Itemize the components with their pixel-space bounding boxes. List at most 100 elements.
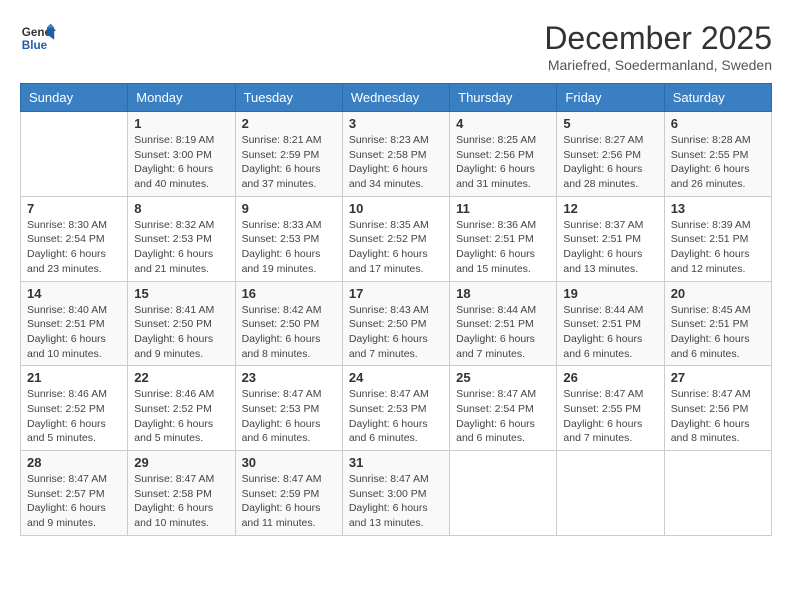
logo-icon: General Blue xyxy=(20,20,56,56)
day-number: 21 xyxy=(27,370,121,385)
day-number: 28 xyxy=(27,455,121,470)
day-info: Sunrise: 8:21 AMSunset: 2:59 PMDaylight:… xyxy=(242,133,336,192)
calendar-cell: 28 Sunrise: 8:47 AMSunset: 2:57 PMDaylig… xyxy=(21,451,128,536)
day-number: 13 xyxy=(671,201,765,216)
day-number: 20 xyxy=(671,286,765,301)
calendar-cell: 6 Sunrise: 8:28 AMSunset: 2:55 PMDayligh… xyxy=(664,112,771,197)
day-number: 12 xyxy=(563,201,657,216)
svg-text:Blue: Blue xyxy=(22,39,48,52)
day-number: 24 xyxy=(349,370,443,385)
col-thursday: Thursday xyxy=(450,84,557,112)
day-info: Sunrise: 8:35 AMSunset: 2:52 PMDaylight:… xyxy=(349,218,443,277)
day-number: 8 xyxy=(134,201,228,216)
day-info: Sunrise: 8:44 AMSunset: 2:51 PMDaylight:… xyxy=(456,303,550,362)
day-info: Sunrise: 8:47 AMSunset: 2:58 PMDaylight:… xyxy=(134,472,228,531)
day-info: Sunrise: 8:37 AMSunset: 2:51 PMDaylight:… xyxy=(563,218,657,277)
day-info: Sunrise: 8:40 AMSunset: 2:51 PMDaylight:… xyxy=(27,303,121,362)
calendar-cell: 18 Sunrise: 8:44 AMSunset: 2:51 PMDaylig… xyxy=(450,281,557,366)
day-info: Sunrise: 8:47 AMSunset: 2:57 PMDaylight:… xyxy=(27,472,121,531)
day-info: Sunrise: 8:46 AMSunset: 2:52 PMDaylight:… xyxy=(134,387,228,446)
day-info: Sunrise: 8:47 AMSunset: 2:53 PMDaylight:… xyxy=(349,387,443,446)
day-number: 6 xyxy=(671,116,765,131)
header-row: Sunday Monday Tuesday Wednesday Thursday… xyxy=(21,84,772,112)
day-info: Sunrise: 8:47 AMSunset: 2:54 PMDaylight:… xyxy=(456,387,550,446)
calendar-cell: 7 Sunrise: 8:30 AMSunset: 2:54 PMDayligh… xyxy=(21,196,128,281)
day-info: Sunrise: 8:27 AMSunset: 2:56 PMDaylight:… xyxy=(563,133,657,192)
day-number: 3 xyxy=(349,116,443,131)
day-number: 2 xyxy=(242,116,336,131)
day-number: 14 xyxy=(27,286,121,301)
day-info: Sunrise: 8:43 AMSunset: 2:50 PMDaylight:… xyxy=(349,303,443,362)
calendar-cell: 1 Sunrise: 8:19 AMSunset: 3:00 PMDayligh… xyxy=(128,112,235,197)
day-number: 15 xyxy=(134,286,228,301)
col-wednesday: Wednesday xyxy=(342,84,449,112)
day-info: Sunrise: 8:47 AMSunset: 2:59 PMDaylight:… xyxy=(242,472,336,531)
subtitle: Mariefred, Soedermanland, Sweden xyxy=(544,57,772,73)
day-info: Sunrise: 8:47 AMSunset: 2:56 PMDaylight:… xyxy=(671,387,765,446)
day-info: Sunrise: 8:46 AMSunset: 2:52 PMDaylight:… xyxy=(27,387,121,446)
calendar-cell xyxy=(450,451,557,536)
day-number: 1 xyxy=(134,116,228,131)
calendar-cell: 14 Sunrise: 8:40 AMSunset: 2:51 PMDaylig… xyxy=(21,281,128,366)
day-number: 4 xyxy=(456,116,550,131)
calendar-cell: 24 Sunrise: 8:47 AMSunset: 2:53 PMDaylig… xyxy=(342,366,449,451)
day-info: Sunrise: 8:42 AMSunset: 2:50 PMDaylight:… xyxy=(242,303,336,362)
day-info: Sunrise: 8:19 AMSunset: 3:00 PMDaylight:… xyxy=(134,133,228,192)
calendar-cell: 9 Sunrise: 8:33 AMSunset: 2:53 PMDayligh… xyxy=(235,196,342,281)
day-number: 17 xyxy=(349,286,443,301)
calendar-cell xyxy=(557,451,664,536)
day-number: 10 xyxy=(349,201,443,216)
logo: General Blue xyxy=(20,20,56,56)
day-number: 11 xyxy=(456,201,550,216)
calendar-cell: 23 Sunrise: 8:47 AMSunset: 2:53 PMDaylig… xyxy=(235,366,342,451)
calendar-week-5: 28 Sunrise: 8:47 AMSunset: 2:57 PMDaylig… xyxy=(21,451,772,536)
calendar-cell: 25 Sunrise: 8:47 AMSunset: 2:54 PMDaylig… xyxy=(450,366,557,451)
calendar-cell: 16 Sunrise: 8:42 AMSunset: 2:50 PMDaylig… xyxy=(235,281,342,366)
day-info: Sunrise: 8:36 AMSunset: 2:51 PMDaylight:… xyxy=(456,218,550,277)
calendar-cell: 5 Sunrise: 8:27 AMSunset: 2:56 PMDayligh… xyxy=(557,112,664,197)
day-number: 19 xyxy=(563,286,657,301)
day-number: 5 xyxy=(563,116,657,131)
day-info: Sunrise: 8:25 AMSunset: 2:56 PMDaylight:… xyxy=(456,133,550,192)
day-info: Sunrise: 8:32 AMSunset: 2:53 PMDaylight:… xyxy=(134,218,228,277)
calendar-cell: 13 Sunrise: 8:39 AMSunset: 2:51 PMDaylig… xyxy=(664,196,771,281)
day-info: Sunrise: 8:44 AMSunset: 2:51 PMDaylight:… xyxy=(563,303,657,362)
calendar-cell: 21 Sunrise: 8:46 AMSunset: 2:52 PMDaylig… xyxy=(21,366,128,451)
calendar-cell: 30 Sunrise: 8:47 AMSunset: 2:59 PMDaylig… xyxy=(235,451,342,536)
day-number: 30 xyxy=(242,455,336,470)
calendar-table: Sunday Monday Tuesday Wednesday Thursday… xyxy=(20,83,772,536)
calendar-cell: 17 Sunrise: 8:43 AMSunset: 2:50 PMDaylig… xyxy=(342,281,449,366)
calendar-cell: 15 Sunrise: 8:41 AMSunset: 2:50 PMDaylig… xyxy=(128,281,235,366)
calendar-cell: 3 Sunrise: 8:23 AMSunset: 2:58 PMDayligh… xyxy=(342,112,449,197)
col-friday: Friday xyxy=(557,84,664,112)
day-number: 29 xyxy=(134,455,228,470)
calendar-cell: 4 Sunrise: 8:25 AMSunset: 2:56 PMDayligh… xyxy=(450,112,557,197)
calendar-cell: 11 Sunrise: 8:36 AMSunset: 2:51 PMDaylig… xyxy=(450,196,557,281)
calendar-cell: 31 Sunrise: 8:47 AMSunset: 3:00 PMDaylig… xyxy=(342,451,449,536)
calendar-cell: 22 Sunrise: 8:46 AMSunset: 2:52 PMDaylig… xyxy=(128,366,235,451)
day-info: Sunrise: 8:23 AMSunset: 2:58 PMDaylight:… xyxy=(349,133,443,192)
col-saturday: Saturday xyxy=(664,84,771,112)
day-info: Sunrise: 8:47 AMSunset: 2:53 PMDaylight:… xyxy=(242,387,336,446)
calendar-cell xyxy=(21,112,128,197)
day-number: 9 xyxy=(242,201,336,216)
day-info: Sunrise: 8:30 AMSunset: 2:54 PMDaylight:… xyxy=(27,218,121,277)
calendar-cell: 12 Sunrise: 8:37 AMSunset: 2:51 PMDaylig… xyxy=(557,196,664,281)
header: General Blue December 2025 Mariefred, So… xyxy=(20,20,772,73)
calendar-cell: 19 Sunrise: 8:44 AMSunset: 2:51 PMDaylig… xyxy=(557,281,664,366)
col-sunday: Sunday xyxy=(21,84,128,112)
calendar-cell: 27 Sunrise: 8:47 AMSunset: 2:56 PMDaylig… xyxy=(664,366,771,451)
day-number: 25 xyxy=(456,370,550,385)
calendar-cell: 8 Sunrise: 8:32 AMSunset: 2:53 PMDayligh… xyxy=(128,196,235,281)
calendar-cell xyxy=(664,451,771,536)
calendar-cell: 2 Sunrise: 8:21 AMSunset: 2:59 PMDayligh… xyxy=(235,112,342,197)
day-info: Sunrise: 8:47 AMSunset: 2:55 PMDaylight:… xyxy=(563,387,657,446)
calendar-week-2: 7 Sunrise: 8:30 AMSunset: 2:54 PMDayligh… xyxy=(21,196,772,281)
col-tuesday: Tuesday xyxy=(235,84,342,112)
title-area: December 2025 Mariefred, Soedermanland, … xyxy=(544,20,772,73)
day-number: 18 xyxy=(456,286,550,301)
day-number: 26 xyxy=(563,370,657,385)
day-number: 23 xyxy=(242,370,336,385)
month-title: December 2025 xyxy=(544,20,772,57)
calendar-week-4: 21 Sunrise: 8:46 AMSunset: 2:52 PMDaylig… xyxy=(21,366,772,451)
